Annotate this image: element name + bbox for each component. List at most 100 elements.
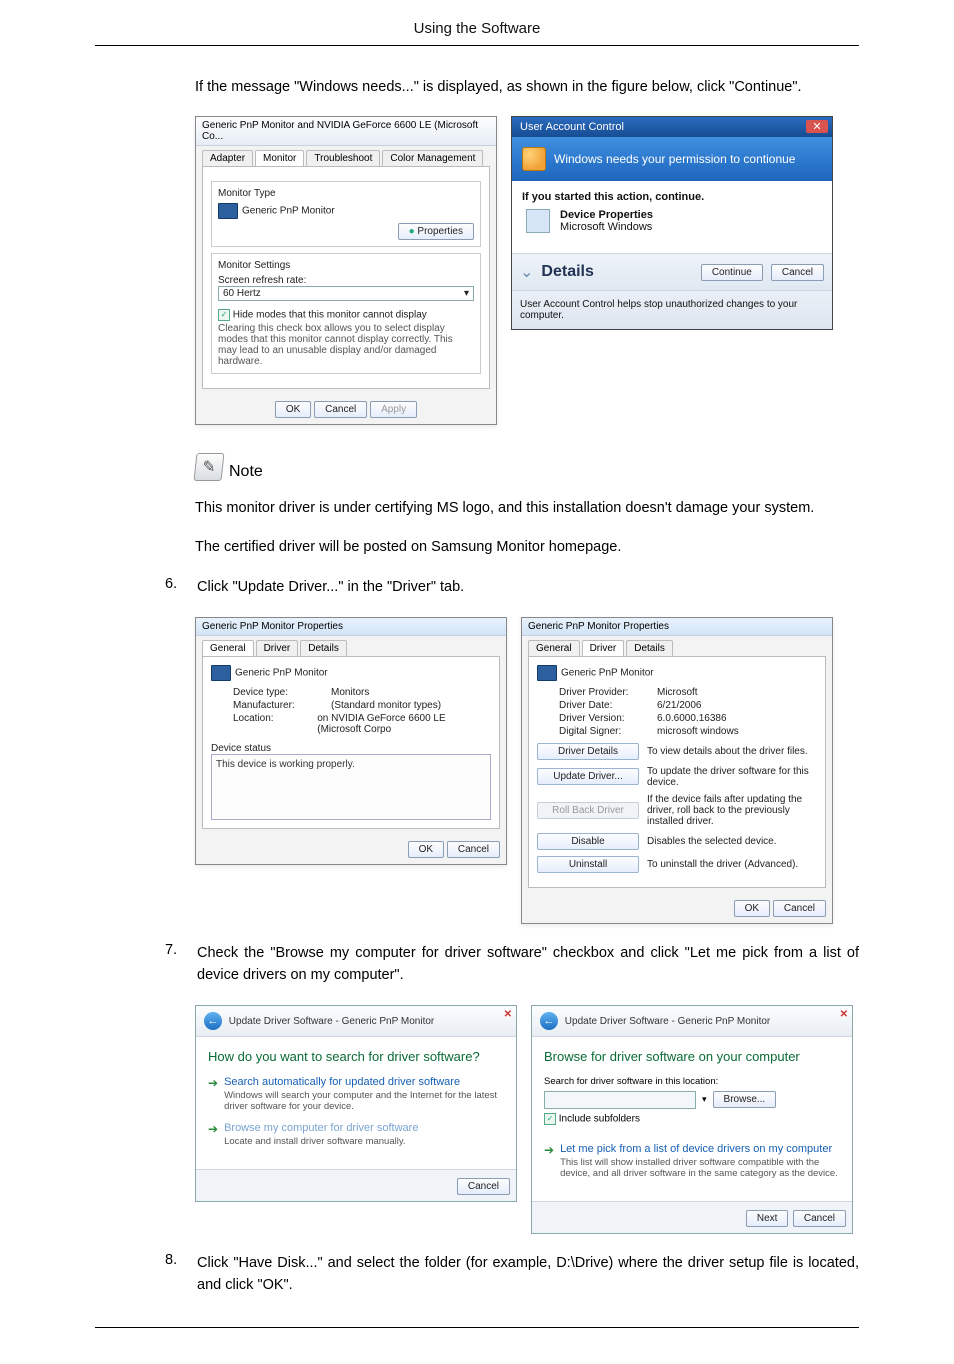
tab-color-management[interactable]: Color Management <box>382 150 483 166</box>
tab-adapter[interactable]: Adapter <box>202 150 253 166</box>
uac-title: User Account Control <box>520 121 624 133</box>
ok-button[interactable]: OK <box>408 841 444 858</box>
monitor-type-value: Generic PnP Monitor <box>242 206 335 217</box>
driver-details-button[interactable]: Driver Details <box>537 743 639 760</box>
page-title: Using the Software <box>95 20 859 45</box>
tab-details[interactable]: Details <box>300 640 347 656</box>
digital-signer-value: microsoft windows <box>657 726 739 737</box>
step-number-7: 7. <box>165 942 185 958</box>
properties-button[interactable]: ● Properties <box>398 223 474 240</box>
cancel-button[interactable]: Cancel <box>771 264 824 281</box>
uninstall-desc: To uninstall the driver (Advanced). <box>647 859 817 870</box>
note-paragraph-2: The certified driver will be posted on S… <box>195 536 859 558</box>
chevron-down-icon[interactable]: ⌄ <box>520 262 533 282</box>
step-number-8: 8. <box>165 1252 185 1268</box>
driver-provider-value: Microsoft <box>657 687 698 698</box>
cancel-button[interactable]: Cancel <box>457 1178 510 1195</box>
option-search-automatically[interactable]: ➔ Search automatically for updated drive… <box>208 1076 504 1112</box>
shield-icon <box>522 147 546 171</box>
arrow-icon: ➔ <box>544 1144 554 1179</box>
figure-row-1: Generic PnP Monitor and NVIDIA GeForce 6… <box>195 116 859 425</box>
option-subtext: This list will show installed driver sof… <box>560 1157 840 1179</box>
device-status-box: This device is working properly. <box>211 754 491 820</box>
driver-date-label: Driver Date: <box>559 700 649 711</box>
refresh-rate-label: Screen refresh rate: <box>218 275 474 286</box>
uac-device-properties: Device Properties <box>560 209 653 221</box>
option-let-me-pick[interactable]: ➔ Let me pick from a list of device driv… <box>544 1143 840 1179</box>
manufacturer-label: Manufacturer: <box>233 700 323 711</box>
cancel-button[interactable]: Cancel <box>314 401 367 418</box>
tab-driver[interactable]: Driver <box>582 640 625 656</box>
option-browse-my-computer[interactable]: ➔ Browse my computer for driver software… <box>208 1122 504 1147</box>
include-subfolders-checkbox[interactable]: ✓ <box>544 1113 556 1125</box>
wizard-heading: How do you want to search for driver sof… <box>208 1049 504 1064</box>
divider-bottom <box>95 1327 859 1328</box>
ok-button[interactable]: OK <box>275 401 311 418</box>
properties-heading: Generic PnP Monitor <box>561 668 654 679</box>
tab-driver[interactable]: Driver <box>256 640 299 656</box>
update-driver-wizard-1: ← Update Driver Software - Generic PnP M… <box>195 1005 517 1202</box>
monitor-icon <box>218 203 238 219</box>
monitor-type-label: Monitor Type <box>218 188 474 199</box>
update-driver-button[interactable]: Update Driver... <box>537 768 639 785</box>
ok-button[interactable]: OK <box>734 900 770 917</box>
back-icon[interactable]: ← <box>204 1012 222 1030</box>
close-icon[interactable]: ✕ <box>504 1009 512 1020</box>
monitor-properties-dialog: Generic PnP Monitor and NVIDIA GeForce 6… <box>195 116 497 425</box>
manufacturer-value: (Standard monitor types) <box>331 700 441 711</box>
tab-details[interactable]: Details <box>626 640 673 656</box>
arrow-icon: ➔ <box>208 1123 218 1147</box>
device-type-label: Device type: <box>233 687 323 698</box>
hide-modes-label: Hide modes that this monitor cannot disp… <box>233 310 427 321</box>
option-subtext: Windows will search your computer and th… <box>224 1090 504 1112</box>
option-title: Browse my computer for driver software <box>224 1122 418 1134</box>
roll-back-driver-button[interactable]: Roll Back Driver <box>537 802 639 819</box>
cancel-button[interactable]: Cancel <box>447 841 500 858</box>
disable-button[interactable]: Disable <box>537 833 639 850</box>
cancel-button[interactable]: Cancel <box>773 900 826 917</box>
monitor-icon <box>211 665 231 681</box>
uac-started-text: If you started this action, continue. <box>522 191 822 203</box>
tab-general[interactable]: General <box>528 640 580 656</box>
chevron-down-icon: ▾ <box>464 288 469 299</box>
hide-modes-description: Clearing this check box allows you to se… <box>218 323 474 367</box>
continue-button[interactable]: Continue <box>701 264 763 281</box>
refresh-rate-select[interactable]: 60 Hertz▾ <box>218 286 474 301</box>
uninstall-button[interactable]: Uninstall <box>537 856 639 873</box>
step-text-8: Click "Have Disk..." and select the fold… <box>197 1252 859 1297</box>
tab-monitor[interactable]: Monitor <box>255 150 304 166</box>
cancel-button[interactable]: Cancel <box>793 1210 846 1227</box>
tab-general[interactable]: General <box>202 640 254 656</box>
figure-row-2: Generic PnP Monitor Properties General D… <box>195 617 859 924</box>
location-value: on NVIDIA GeForce 6600 LE (Microsoft Cor… <box>317 713 491 735</box>
properties-general-dialog: Generic PnP Monitor Properties General D… <box>195 617 507 865</box>
step-number-6: 6. <box>165 576 185 592</box>
include-subfolders-label: Include subfolders <box>559 1113 640 1124</box>
properties-heading: Generic PnP Monitor <box>235 668 328 679</box>
browse-button[interactable]: Browse... <box>713 1091 777 1108</box>
update-driver-desc: To update the driver software for this d… <box>647 766 817 788</box>
arrow-icon: ➔ <box>208 1077 218 1112</box>
figure-row-3: ← Update Driver Software - Generic PnP M… <box>195 1005 859 1234</box>
note-icon: ✎ <box>194 453 225 481</box>
close-icon[interactable]: ✕ <box>806 120 828 133</box>
monitor-icon <box>537 665 557 681</box>
back-icon[interactable]: ← <box>540 1012 558 1030</box>
hide-modes-checkbox[interactable]: ✓ <box>218 309 230 321</box>
intro-paragraph: If the message "Windows needs..." is dis… <box>195 76 859 98</box>
step-text-7: Check the "Browse my computer for driver… <box>197 942 859 987</box>
roll-back-driver-desc: If the device fails after updating the d… <box>647 794 817 827</box>
location-label: Location: <box>233 713 309 735</box>
uac-microsoft-windows: Microsoft Windows <box>560 221 653 233</box>
location-input[interactable] <box>544 1091 696 1109</box>
close-icon[interactable]: ✕ <box>840 1009 848 1020</box>
tab-troubleshoot[interactable]: Troubleshoot <box>306 150 380 166</box>
apply-button[interactable]: Apply <box>370 401 417 418</box>
disable-desc: Disables the selected device. <box>647 836 817 847</box>
chevron-down-icon[interactable]: ▾ <box>702 1094 707 1105</box>
note-paragraph-1: This monitor driver is under certifying … <box>195 497 859 519</box>
driver-version-label: Driver Version: <box>559 713 649 724</box>
note-label: Note <box>229 463 263 481</box>
uac-details-toggle[interactable]: Details <box>541 263 692 281</box>
next-button[interactable]: Next <box>746 1210 789 1227</box>
